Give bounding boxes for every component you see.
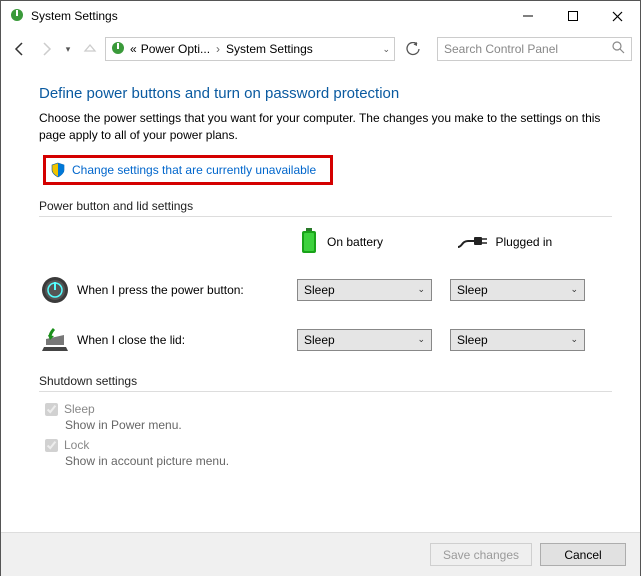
forward-button[interactable] xyxy=(35,38,57,60)
dropdown-value: Sleep xyxy=(304,333,335,347)
power-icon xyxy=(39,274,71,306)
close-lid-label: When I close the lid: xyxy=(77,333,297,347)
change-settings-highlight: Change settings that are currently unava… xyxy=(43,155,333,185)
chevron-down-icon: ⌄ xyxy=(570,334,578,345)
close-lid-row: When I close the lid: Sleep ⌄ Sleep ⌄ xyxy=(39,324,612,356)
change-settings-link[interactable]: Change settings that are currently unava… xyxy=(72,163,316,177)
address-bar[interactable]: « Power Opti... › System Settings ⌄ xyxy=(105,37,395,61)
search-icon xyxy=(612,41,625,57)
save-button: Save changes xyxy=(430,543,532,566)
breadcrumb-prefix: « xyxy=(130,42,137,56)
refresh-button[interactable] xyxy=(399,37,427,61)
cancel-button[interactable]: Cancel xyxy=(540,543,626,566)
shield-icon xyxy=(50,162,66,178)
power-button-row: When I press the power button: Sleep ⌄ S… xyxy=(39,274,612,306)
window-controls xyxy=(505,1,640,31)
up-button[interactable] xyxy=(79,38,101,60)
chevron-down-icon: ⌄ xyxy=(417,334,425,345)
recent-dropdown[interactable]: ▾ xyxy=(61,38,75,60)
sleep-checkbox xyxy=(45,403,58,416)
breadcrumb-segment[interactable]: System Settings xyxy=(226,42,313,56)
chevron-down-icon: ⌄ xyxy=(417,284,425,295)
dropdown-value: Sleep xyxy=(304,283,335,297)
breadcrumb-segment[interactable]: Power Opti... xyxy=(141,42,210,56)
address-dropdown-icon[interactable]: ⌄ xyxy=(382,44,390,55)
app-icon xyxy=(9,7,25,26)
minimize-button[interactable] xyxy=(505,1,550,31)
close-lid-battery-dropdown[interactable]: Sleep ⌄ xyxy=(297,329,432,351)
chevron-down-icon: ⌄ xyxy=(570,284,578,295)
back-button[interactable] xyxy=(9,38,31,60)
maximize-button[interactable] xyxy=(550,1,595,31)
navigation-bar: ▾ « Power Opti... › System Settings ⌄ Se… xyxy=(1,31,640,67)
on-battery-label: On battery xyxy=(327,235,383,249)
lock-checkbox xyxy=(45,439,58,452)
page-title: Define power buttons and turn on passwor… xyxy=(39,85,612,102)
divider xyxy=(39,391,612,392)
lock-checkbox-row: Lock xyxy=(45,438,612,452)
search-placeholder: Search Control Panel xyxy=(444,42,558,56)
power-button-label: When I press the power button: xyxy=(77,283,297,297)
shutdown-section-title: Shutdown settings xyxy=(39,374,612,388)
content-area: Define power buttons and turn on passwor… xyxy=(1,67,640,468)
close-button[interactable] xyxy=(595,1,640,31)
plug-icon xyxy=(456,231,488,254)
power-button-battery-dropdown[interactable]: Sleep ⌄ xyxy=(297,279,432,301)
titlebar: System Settings xyxy=(1,1,640,31)
dropdown-value: Sleep xyxy=(457,283,488,297)
footer-bar: Save changes Cancel xyxy=(1,532,640,576)
search-input[interactable]: Search Control Panel xyxy=(437,37,632,61)
sleep-checkbox-sub: Show in Power menu. xyxy=(65,418,612,432)
dropdown-value: Sleep xyxy=(457,333,488,347)
plugged-in-label: Plugged in xyxy=(496,235,553,249)
sleep-checkbox-label: Sleep xyxy=(64,402,95,416)
sleep-checkbox-row: Sleep xyxy=(45,402,612,416)
divider xyxy=(39,216,612,217)
power-button-plugged-dropdown[interactable]: Sleep ⌄ xyxy=(450,279,585,301)
control-panel-icon xyxy=(110,40,126,59)
page-description: Choose the power settings that you want … xyxy=(39,110,612,145)
lock-checkbox-label: Lock xyxy=(64,438,89,452)
power-button-section-title: Power button and lid settings xyxy=(39,199,612,213)
column-headers: On battery Plugged in xyxy=(299,227,612,258)
window-title: System Settings xyxy=(31,9,118,23)
lock-checkbox-sub: Show in account picture menu. xyxy=(65,454,612,468)
close-lid-plugged-dropdown[interactable]: Sleep ⌄ xyxy=(450,329,585,351)
laptop-lid-icon xyxy=(39,324,71,356)
battery-icon xyxy=(299,227,319,258)
breadcrumb-sep-icon: › xyxy=(216,42,220,56)
